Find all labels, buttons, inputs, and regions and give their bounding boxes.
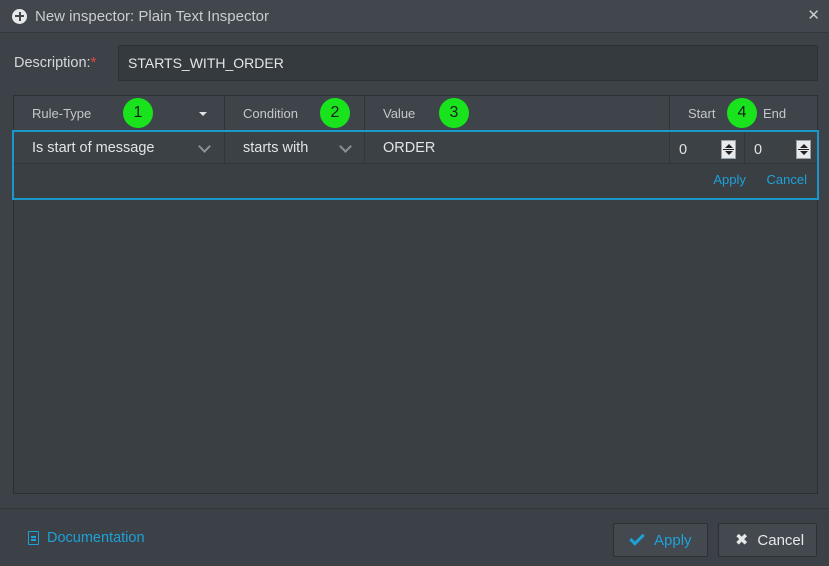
value-input[interactable]: ORDER xyxy=(365,132,670,164)
chevron-down-icon[interactable] xyxy=(198,140,211,153)
condition-select[interactable]: starts with xyxy=(225,132,365,164)
column-header-condition-label: Condition xyxy=(243,106,298,121)
column-header-rule-type[interactable]: Rule-Type xyxy=(14,96,225,131)
description-label-text: Description: xyxy=(14,55,91,71)
start-stepper[interactable]: 0 xyxy=(670,132,745,164)
end-value: 0 xyxy=(754,142,763,158)
column-header-start-label: Start xyxy=(688,106,716,121)
check-icon xyxy=(629,530,645,546)
rule-row-cells: Is start of message starts with ORDER 0 … xyxy=(14,132,817,164)
value-text: ORDER xyxy=(383,140,436,156)
apply-button[interactable]: Apply xyxy=(613,523,708,557)
cancel-button[interactable]: ✖ Cancel xyxy=(718,523,817,557)
apply-button-label: Apply xyxy=(654,531,692,549)
column-header-rule-type-label: Rule-Type xyxy=(32,106,92,121)
description-label: Description:* xyxy=(14,55,96,71)
annotation-badge-1: 1 xyxy=(123,98,153,128)
start-value: 0 xyxy=(679,142,688,158)
dialog-footer: Documentation Apply ✖ Cancel xyxy=(0,508,829,566)
column-header-end-label: End xyxy=(763,106,787,121)
column-header-value-label: Value xyxy=(383,106,416,121)
column-header-value: Value xyxy=(365,96,670,131)
required-mark: * xyxy=(90,55,97,71)
cancel-button-label: Cancel xyxy=(757,531,805,549)
x-icon: ✖ xyxy=(735,532,749,549)
documentation-label: Documentation xyxy=(47,530,145,546)
document-icon xyxy=(28,531,39,545)
condition-value: starts with xyxy=(243,140,309,156)
annotation-badge-4: 4 xyxy=(727,98,757,128)
documentation-link[interactable]: Documentation xyxy=(28,530,145,546)
close-icon[interactable]: ✕ xyxy=(807,6,820,24)
end-stepper[interactable]: 0 xyxy=(745,132,817,164)
annotation-badge-2: 2 xyxy=(320,98,350,128)
title-bar: New inspector: Plain Text Inspector ✕ xyxy=(0,0,829,33)
annotation-badge-3: 3 xyxy=(439,98,469,128)
rule-type-select[interactable]: Is start of message xyxy=(14,132,225,164)
rule-type-value: Is start of message xyxy=(32,140,155,156)
window-title: New inspector: Plain Text Inspector xyxy=(35,7,270,25)
rule-edit-row: Is start of message starts with ORDER 0 … xyxy=(12,130,819,200)
row-actions: Apply Cancel xyxy=(696,172,807,187)
rules-grid: Rule-Type Condition Value Start End 1 2 … xyxy=(12,95,819,494)
spinner-icon[interactable] xyxy=(721,140,736,159)
caret-down-icon[interactable] xyxy=(199,112,207,116)
chevron-down-icon[interactable] xyxy=(339,140,352,153)
row-cancel-link[interactable]: Cancel xyxy=(767,172,807,187)
plus-circle-icon xyxy=(12,8,27,24)
spinner-icon[interactable] xyxy=(796,140,811,159)
description-input[interactable] xyxy=(118,45,818,81)
row-apply-link[interactable]: Apply xyxy=(713,172,746,187)
